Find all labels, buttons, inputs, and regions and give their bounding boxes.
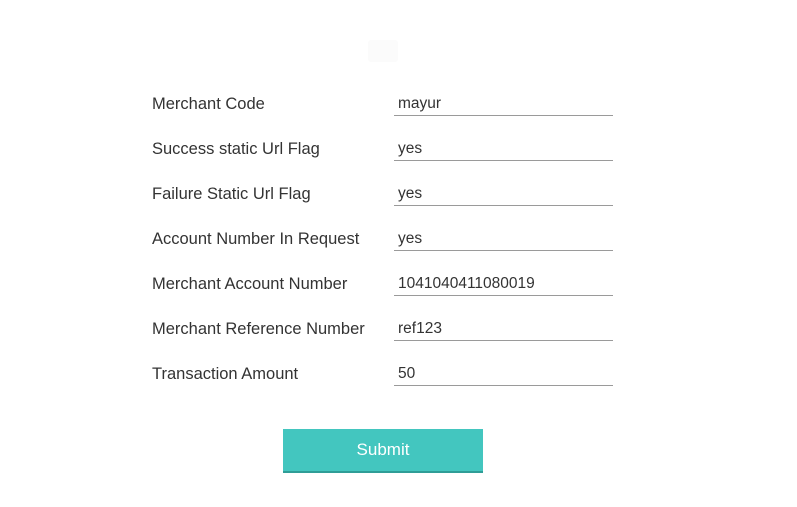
failure-static-url-flag-input[interactable] [394,183,613,206]
merchant-account-number-input[interactable] [394,273,613,296]
merchant-account-number-label: Merchant Account Number [152,275,348,293]
account-number-in-request-row: Account Number In Request [152,222,622,267]
success-static-url-flag-label: Success static Url Flag [152,140,320,158]
faint-logo-mark [368,40,398,62]
success-static-url-flag-input[interactable] [394,138,613,161]
account-number-in-request-input[interactable] [394,228,613,251]
submit-button[interactable]: Submit [283,429,483,473]
merchant-reference-number-row: Merchant Reference Number [152,312,622,357]
merchant-account-number-row: Merchant Account Number [152,267,622,312]
merchant-code-input[interactable] [394,93,613,116]
merchant-code-row: Merchant Code [152,87,622,132]
merchant-reference-number-input[interactable] [394,318,613,341]
success-static-url-flag-row: Success static Url Flag [152,132,622,177]
merchant-payment-form: Merchant Code Success static Url Flag Fa… [152,87,622,402]
merchant-reference-number-label: Merchant Reference Number [152,320,365,338]
merchant-code-label: Merchant Code [152,95,265,113]
transaction-amount-input[interactable] [394,363,613,386]
failure-static-url-flag-label: Failure Static Url Flag [152,185,311,203]
transaction-amount-label: Transaction Amount [152,365,299,383]
transaction-amount-row: Transaction Amount [152,357,622,402]
account-number-in-request-label: Account Number In Request [152,230,360,248]
failure-static-url-flag-row: Failure Static Url Flag [152,177,622,222]
